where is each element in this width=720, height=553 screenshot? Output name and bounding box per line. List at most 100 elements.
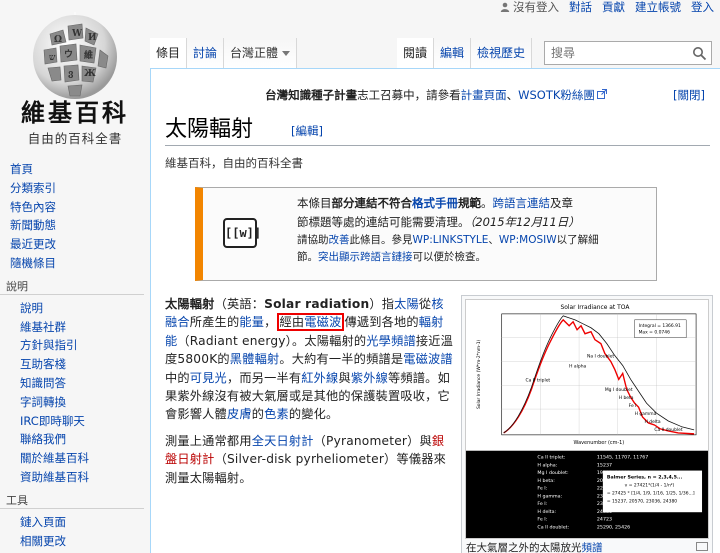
link-skin[interactable]: 皮膚: [227, 407, 252, 421]
search-box: [544, 41, 712, 65]
link-ultraviolet[interactable]: 紫外線: [351, 371, 388, 385]
sidebar-item-conversion[interactable]: 字詞轉換: [0, 393, 152, 412]
text: （Radiant energy）。太陽輻射的: [177, 333, 367, 348]
help-portal-heading[interactable]: 說明: [0, 279, 144, 295]
site-notice-close-link[interactable]: [關閉]: [673, 87, 705, 103]
link-em-spectrum[interactable]: 電磁波譜: [403, 352, 453, 366]
sidebar-item-random[interactable]: 隨機條目: [0, 254, 152, 273]
table-row-value: 24723: [597, 517, 612, 523]
link-pigment[interactable]: 色素: [264, 407, 289, 421]
table-row-label: Fe I:: [537, 517, 547, 523]
sidebar-item-policies[interactable]: 方針與指引: [0, 336, 152, 355]
chevron-down-icon: [282, 50, 291, 56]
notice-text-7: 、: [488, 234, 499, 246]
view-tabs: 閱讀 編輯 檢視歷史: [397, 38, 533, 68]
notice-text-10: 可以便於檢查。: [412, 251, 487, 263]
text: 。大約有一半的頻譜是: [279, 352, 404, 367]
sidebar-item-help[interactable]: 說明: [0, 299, 152, 318]
balmer-title: Balmer Series, n = 2,3,4,5...: [607, 475, 683, 481]
tab-read[interactable]: 閱讀: [397, 38, 435, 68]
notice-text-9: 節。: [297, 251, 318, 263]
notice-text-8: 以了解細: [556, 234, 599, 246]
label-h-gamma: H gamma: [635, 411, 657, 417]
text: 所產生的: [189, 315, 240, 330]
link-infrared[interactable]: 紅外線: [301, 371, 338, 385]
sidebar-item-reference-desk[interactable]: 知識問答: [0, 374, 152, 393]
sidebar-item-featured[interactable]: 特色內容: [0, 198, 152, 217]
tools-portal-heading[interactable]: 工具: [0, 493, 144, 509]
variant-dropdown[interactable]: 台灣正體: [224, 38, 298, 68]
personal-tools: 沒有登入 對話 貢獻 建立帳號 登入: [500, 0, 714, 14]
not-logged-in-label: 沒有登入: [513, 0, 559, 14]
title-edit-link[interactable]: [編輯]: [291, 123, 323, 139]
sidebar-item-about[interactable]: 關於維基百科: [0, 449, 152, 468]
label-fe-i: Fe I: [629, 403, 637, 409]
sidebar-item-contact[interactable]: 聯絡我們: [0, 430, 152, 449]
talk-link[interactable]: 對話: [569, 0, 592, 15]
notice-text: 本條目: [297, 196, 332, 210]
manual-of-style-link[interactable]: 格式手冊: [412, 196, 458, 210]
link-visible-light[interactable]: 可見光: [190, 371, 227, 385]
sidebar-item-what-links-here[interactable]: 鏈入頁面: [0, 513, 152, 532]
sidebar-item-news[interactable]: 新聞動態: [0, 216, 152, 235]
login-link[interactable]: 登入: [691, 0, 714, 15]
tab-history[interactable]: 檢視歷史: [471, 38, 533, 68]
cleanup-notice-text: 本條目部分連結不符合格式手冊規範。跨語言連結及章 節標題等處的連結可能需要清理。…: [297, 194, 657, 266]
tab-talk[interactable]: 討論: [187, 38, 225, 68]
sidebar-item-community[interactable]: 維基社群: [0, 318, 152, 337]
sidebar-item-categories[interactable]: 分類索引: [0, 179, 152, 198]
site-notice-fanpage-link[interactable]: WSOTK粉絲團: [518, 88, 595, 102]
balmer-formula-2: = 27425 * [1/4, 1/9, 1/16, 1/25, 1/36...…: [607, 490, 695, 496]
site-notice-project-link[interactable]: 計畫頁面: [461, 88, 507, 102]
spectrum-image[interactable]: Solar Irradiance at TOA Solar Irradiance…: [465, 299, 709, 539]
table-row-label: Fe I:: [537, 501, 547, 507]
highlight-interlanguage-link[interactable]: 突出顯示跨語言鏈接: [318, 251, 413, 263]
sidebar: 首頁 分類索引 特色內容 新聞動態 最近更改 隨機條目 說明 說明 維基社群 方…: [0, 160, 152, 550]
site-tagline: 維基百科，自由的百科全書: [165, 156, 303, 170]
sidebar-item-village-pump[interactable]: 互助客棧: [0, 355, 152, 374]
svg-text:Ж: Ж: [84, 69, 96, 79]
external-link-icon: [596, 89, 607, 99]
variant-label: 台灣正體: [230, 46, 279, 60]
notice-text-3: 及章: [550, 196, 573, 210]
interlanguage-link[interactable]: 跨語言連結: [493, 196, 551, 210]
sidebar-item-main-page[interactable]: 首頁: [0, 160, 152, 179]
link-pyranometer[interactable]: 全天日射計: [252, 434, 314, 448]
navigation-portal: 首頁 分類索引 特色內容 新聞動態 最近更改 隨機條目: [0, 160, 152, 273]
contributions-link[interactable]: 貢獻: [602, 0, 625, 15]
tab-article[interactable]: 條目: [150, 38, 188, 68]
site-notice-project: 台灣知識種子計畫: [265, 88, 358, 102]
enlarge-icon[interactable]: [696, 542, 708, 551]
link-spectrum[interactable]: 光學頻譜: [366, 334, 416, 348]
link-sun[interactable]: 太陽: [394, 297, 419, 311]
text: 測量上通常都用: [165, 433, 252, 448]
linkstyle-link[interactable]: WP:LINKSTYLE: [413, 234, 489, 246]
chart-legend-integral: Integral = 1366.91: [639, 323, 681, 329]
site-logo[interactable]: Ω W И ウ 維 ש ვ Ж 維基百科 自由的百科全書: [0, 0, 150, 150]
article-body: 太陽輻射（英語：Solar radiation）指太陽從核融合所產生的能量， 經由…: [165, 295, 455, 495]
tools-portal: 鏈入頁面 相關更改: [0, 513, 152, 551]
search-input[interactable]: [545, 46, 685, 60]
label-na-doublet: Na I doublet: [587, 354, 614, 360]
logo-wordmark: 維基百科: [21, 98, 129, 127]
balmer-formula-3: = 15237, 20570, 23036, 24380: [607, 498, 677, 504]
sidebar-item-irc[interactable]: IRC即時聊天: [0, 412, 152, 431]
sidebar-item-related-changes[interactable]: 相關更改: [0, 532, 152, 551]
link-em-wave[interactable]: 電磁波: [304, 315, 341, 329]
table-row-label: Ca II doublet:: [537, 524, 569, 530]
sidebar-item-recent-changes[interactable]: 最近更改: [0, 235, 152, 254]
text: 經由: [279, 315, 305, 330]
mosiw-link[interactable]: WP:MOSIW: [499, 234, 557, 246]
wikipedia-globe-icon: Ω W И ウ 維 ש ვ Ж: [33, 12, 117, 99]
create-account-link[interactable]: 建立帳號: [635, 0, 681, 15]
sidebar-item-donate[interactable]: 資助維基百科: [0, 468, 152, 487]
caption-spectrum-link[interactable]: 頻譜: [582, 542, 603, 553]
search-icon[interactable]: [692, 46, 707, 61]
link-blackbody[interactable]: 黑體輻射: [230, 352, 280, 366]
svg-text:ვ: ვ: [68, 69, 74, 79]
highlight-box: 經由電磁波: [276, 313, 345, 332]
link-energy[interactable]: 能量: [239, 315, 264, 329]
tab-edit[interactable]: 編輯: [434, 38, 472, 68]
text: ，而另一半有: [226, 370, 302, 385]
improve-link[interactable]: 改善: [329, 234, 350, 246]
